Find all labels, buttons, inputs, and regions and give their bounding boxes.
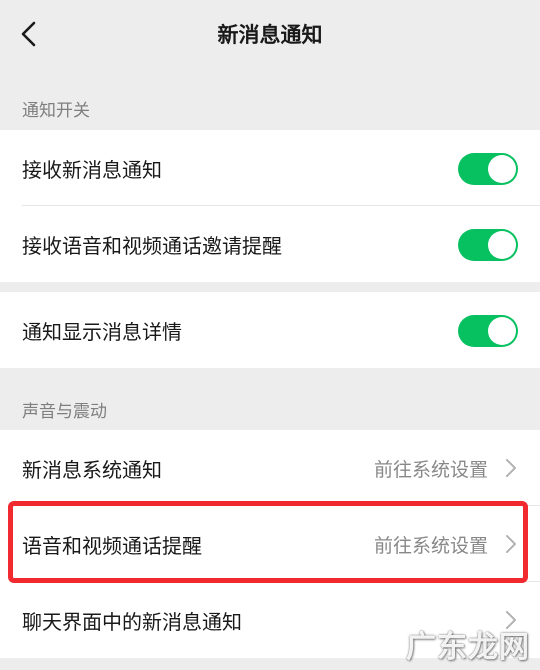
row-label: 语音和视频通话提醒 [22,533,202,558]
row-value: 前往系统设置 [373,458,488,481]
row-voice-video-call-reminder[interactable]: 语音和视频通话提醒 前往系统设置 [0,506,540,582]
receive-call-invite-toggle[interactable] [458,229,518,261]
toggle-knob [488,231,516,259]
back-button[interactable] [14,20,42,48]
chevron-right-icon [506,535,516,553]
row-show-message-detail[interactable]: 通知显示消息详情 [0,292,540,368]
notification-switch-group: 接收新消息通知 接收语音和视频通话邀请提醒 [0,130,540,282]
chevron-right-icon [506,459,516,477]
row-value: 前往系统设置 [373,534,488,557]
row-new-message-system-notification[interactable]: 新消息系统通知 前往系统设置 [0,430,540,506]
row-label: 聊天界面中的新消息通知 [22,609,242,634]
toggle-knob [488,317,516,345]
chevron-left-icon [21,21,36,47]
row-label: 接收新消息通知 [22,157,162,182]
section-label-notification-switch: 通知开关 [22,101,90,121]
toggle-knob [488,155,516,183]
row-receive-new-message[interactable]: 接收新消息通知 [0,130,540,206]
row-label: 接收语音和视频通话邀请提醒 [22,233,282,258]
message-detail-group: 通知显示消息详情 [0,292,540,368]
row-label: 新消息系统通知 [22,457,162,482]
section-label-sound-vibration: 声音与震动 [22,402,107,422]
receive-new-message-toggle[interactable] [458,153,518,185]
navigation-bar: 新消息通知 [0,0,540,68]
row-label: 通知显示消息详情 [22,319,182,344]
page-title: 新消息通知 [217,23,323,47]
row-receive-call-invite[interactable]: 接收语音和视频通话邀请提醒 [0,206,540,282]
watermark: 广东龙网 [406,630,530,665]
show-message-detail-toggle[interactable] [458,315,518,347]
